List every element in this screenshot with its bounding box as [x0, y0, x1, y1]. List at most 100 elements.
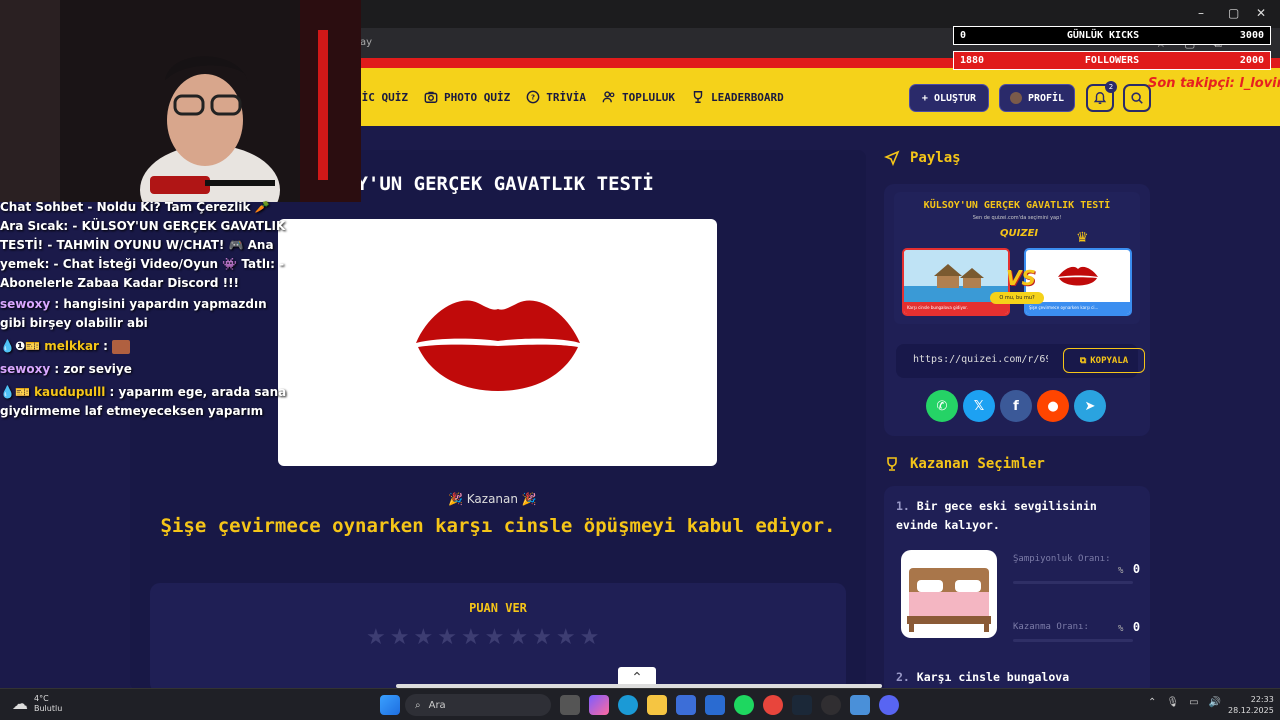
winner-item-2[interactable]: 2. Karşı cinsle bungalova	[896, 668, 1069, 687]
rating-star[interactable]: ★	[366, 625, 386, 650]
nav-label-community: TOPLULUK	[621, 90, 675, 104]
win-rate-label: Kazanma Oranı:	[1013, 622, 1089, 632]
followers-label: FOLLOWERS	[1084, 55, 1140, 66]
nav-photo-quiz[interactable]: PHOTO QUİZ	[424, 90, 510, 104]
winner-item-2-text: Karşı cinsle bungalova	[916, 670, 1070, 684]
followers-goal: 1880 FOLLOWERS 2000	[953, 51, 1271, 70]
trophy-icon	[887, 457, 897, 471]
winner-label-row: 🎉 Kazanan 🎉	[448, 492, 537, 506]
microphone-icon: 🎙	[1166, 697, 1180, 708]
taskbar-apps	[560, 695, 899, 715]
create-label: OLUŞTUR	[933, 92, 977, 104]
winner-item-1[interactable]: 1. Bir gece eski sevgilisinin evinde kal…	[896, 497, 1126, 535]
profile-button[interactable]: PROFİL	[999, 84, 1075, 112]
nav-community[interactable]: TOPLULUK	[602, 90, 675, 104]
facebook-share-button[interactable]: f	[1000, 390, 1032, 422]
share-preview: KÜLSOY'UN GERÇEK GAVATLIK TESTİ Sen de q…	[894, 192, 1140, 324]
winner-item-2-num: 2.	[896, 670, 910, 684]
nav-label-trivia: TRİVİA	[546, 90, 586, 104]
edge-icon[interactable]	[618, 695, 638, 715]
question-bubble-icon: ?	[526, 90, 540, 104]
telegram-share-button[interactable]: ➤	[1074, 390, 1106, 422]
nav-label-photo: PHOTO QUİZ	[443, 90, 511, 104]
volume-icon: 🔊	[1208, 697, 1221, 708]
reddit-share-button[interactable]: ●	[1037, 390, 1069, 422]
spotify-icon[interactable]	[734, 695, 754, 715]
nav-trivia[interactable]: ? TRİVİA	[526, 90, 586, 104]
winners-heading: Kazanan Seçimler	[884, 456, 1045, 472]
share-link-box: https://quizei.com/r/69f ⧉ KOPYALA	[896, 344, 1145, 378]
rating-star[interactable]: ★	[556, 625, 576, 650]
share-heading: Paylaş	[884, 150, 961, 166]
crown-icon: ♛	[1076, 230, 1089, 246]
create-button[interactable]: + OLUŞTUR	[909, 84, 989, 112]
maximize-button[interactable]: ▢	[1228, 6, 1239, 20]
x-share-button[interactable]: 𝕏	[963, 390, 995, 422]
file-explorer-icon[interactable]	[647, 695, 667, 715]
taskbar-search-placeholder: Ara	[428, 699, 446, 711]
preview-option-left: Karşı cinsle bungalova gidiyor.	[902, 248, 1010, 316]
nav-leaderboard[interactable]: LEADERBOARD	[691, 90, 784, 104]
task-view-icon[interactable]	[560, 695, 580, 715]
share-link-input[interactable]: https://quizei.com/r/69f	[913, 354, 1048, 365]
minimize-button[interactable]: –	[1198, 6, 1204, 20]
nav-label-music: SİC QUİZ	[355, 90, 408, 104]
rating-star[interactable]: ★	[485, 625, 505, 650]
whatsapp-share-button[interactable]: ✆	[926, 390, 958, 422]
preview-left-caption: Karşı cinsle bungalova gidiyor.	[904, 302, 1008, 314]
chat-message: 💧🎫 kaudupulll : yaparım ege, arada sana …	[0, 383, 290, 421]
network-icon: ▭	[1189, 697, 1199, 708]
streamer-webcam	[0, 0, 361, 202]
chat-username: sewoxy	[0, 297, 51, 311]
preview-subtitle: Sen de quizei.com'da seçimini yap!	[972, 215, 1062, 221]
preview-option-right: Şişe çevirmece oynarken karşı ci...	[1024, 248, 1132, 316]
store-icon[interactable]	[676, 695, 696, 715]
chat-message: 💧❶🎫 melkkar :	[0, 337, 290, 356]
community-icon	[602, 91, 615, 103]
discord-icon[interactable]	[879, 695, 899, 715]
windows-start-icon[interactable]	[380, 695, 400, 715]
chat-username: kaudupulll	[34, 385, 106, 399]
svg-text:?: ?	[531, 94, 535, 102]
webcam-overlay	[0, 0, 361, 202]
rating-star[interactable]: ★	[580, 625, 600, 650]
copilot-icon[interactable]	[589, 695, 609, 715]
search-button[interactable]	[1123, 84, 1151, 112]
nav-menu: SİC QUİZ PHOTO QUİZ ? TRİVİA TOPLULUK LE…	[355, 90, 784, 104]
obs-icon[interactable]	[821, 695, 841, 715]
rating-star[interactable]: ★	[413, 625, 433, 650]
mail-icon[interactable]	[705, 695, 725, 715]
search-icon	[1131, 92, 1143, 104]
champ-rate-value: % 0	[1118, 562, 1141, 576]
notification-badge: 2	[1105, 81, 1117, 93]
taskbar-search[interactable]: ⌕ Ara	[405, 694, 551, 716]
chrome-icon[interactable]	[763, 695, 783, 715]
winner-item-1-num: 1.	[896, 499, 910, 513]
notifications-button[interactable]: 2	[1086, 81, 1117, 112]
winners-heading-text: Kazanan Seçimler	[910, 456, 1045, 472]
nav-music-quiz[interactable]: SİC QUİZ	[355, 90, 408, 104]
followers-target: 2000	[1239, 55, 1264, 66]
chat-message: sewoxy : hangisini yapardın yapmazdın gi…	[0, 295, 290, 333]
quiz-title: DY'UN GERÇEK GAVATLIK TESTİ	[345, 173, 654, 195]
rating-star[interactable]: ★	[532, 625, 552, 650]
system-tray[interactable]: ⌃ 🎙 ▭ 🔊	[1148, 697, 1221, 708]
address-text: ay	[360, 37, 373, 48]
bed-image	[901, 550, 997, 638]
plus-icon: +	[921, 92, 928, 104]
rating-star[interactable]: ★	[437, 625, 457, 650]
rating-star[interactable]: ★	[461, 625, 481, 650]
copy-button[interactable]: ⧉ KOPYALA	[1063, 348, 1145, 373]
rating-star[interactable]: ★	[508, 625, 528, 650]
copy-label: KOPYALA	[1090, 355, 1129, 366]
rating-star[interactable]: ★	[390, 625, 410, 650]
clock[interactable]: 22:33 28.12.2025	[1228, 694, 1274, 716]
weather-widget[interactable]: ☁ 4°C Bulutlu	[12, 694, 62, 714]
social-buttons: ✆ 𝕏f ● ➤	[926, 390, 1106, 422]
steam-icon[interactable]	[792, 695, 812, 715]
settings-icon[interactable]	[850, 695, 870, 715]
close-button[interactable]: ✕	[1256, 6, 1266, 20]
weather-temp: 4°C	[34, 694, 49, 703]
chat-message: sewoxy : zor seviye	[0, 360, 290, 379]
winner-label: Kazanan	[466, 492, 518, 506]
